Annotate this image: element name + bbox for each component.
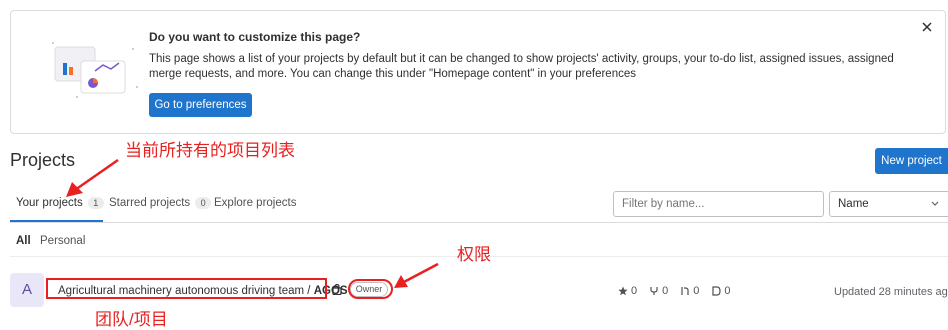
tab-label: Your projects	[16, 197, 83, 209]
tabs-divider	[10, 222, 948, 223]
subfilter-personal[interactable]: Personal	[40, 235, 85, 247]
issues-count: 0	[724, 285, 731, 297]
count-badge: 0	[195, 197, 212, 209]
forks-count: 0	[662, 285, 669, 297]
annotation-project-list: 当前所持有的项目列表	[125, 141, 295, 160]
annotation-box	[46, 278, 327, 299]
merge-requests-count: 0	[693, 285, 700, 297]
tab-explore-projects[interactable]: Explore projects	[214, 197, 296, 209]
merge-request-icon	[681, 287, 689, 295]
stars-count: 0	[631, 285, 638, 297]
new-project-button[interactable]: New project	[875, 148, 948, 174]
go-to-preferences-button[interactable]: Go to preferences	[149, 93, 252, 117]
merge-requests-stat[interactable]: 0	[680, 285, 699, 297]
count-badge: 1	[87, 197, 104, 209]
sort-value: Name	[838, 198, 869, 210]
callout-title: Do you want to customize this page?	[149, 30, 361, 44]
callout-body: This page shows a list of your projects …	[149, 53, 894, 80]
page-title: Projects	[10, 150, 76, 170]
subfilter-all[interactable]: All	[16, 235, 31, 247]
tab-starred-projects[interactable]: Starred projects 0	[109, 197, 212, 209]
project-avatar[interactable]: A	[10, 273, 44, 307]
filter-by-name-input[interactable]	[613, 191, 824, 217]
star-icon	[618, 286, 628, 296]
updated-time: Updated 28 minutes ago	[834, 286, 948, 298]
annotation-permission: 权限	[457, 245, 491, 264]
close-icon[interactable]	[919, 19, 935, 35]
sort-dropdown[interactable]: Name	[829, 191, 948, 217]
tab-label: Starred projects	[109, 197, 191, 209]
issues-icon	[712, 286, 721, 296]
fork-icon	[650, 287, 658, 295]
customize-callout: Do you want to customize this page? This…	[10, 10, 946, 134]
annotation-team-project: 团队/项目	[95, 310, 168, 329]
project-stats: 0 0 0 0	[618, 285, 731, 297]
issues-stat[interactable]: 0	[711, 285, 731, 297]
annotation-oval	[348, 279, 393, 299]
chevron-down-icon	[931, 201, 939, 206]
lock-icon	[332, 283, 342, 295]
forks-stat[interactable]: 0	[649, 285, 668, 297]
tab-label: Explore projects	[214, 197, 297, 209]
stars-stat[interactable]: 0	[618, 285, 637, 297]
dashboard-illustration	[52, 42, 138, 98]
tab-your-projects[interactable]: Your projects 1	[16, 197, 104, 209]
